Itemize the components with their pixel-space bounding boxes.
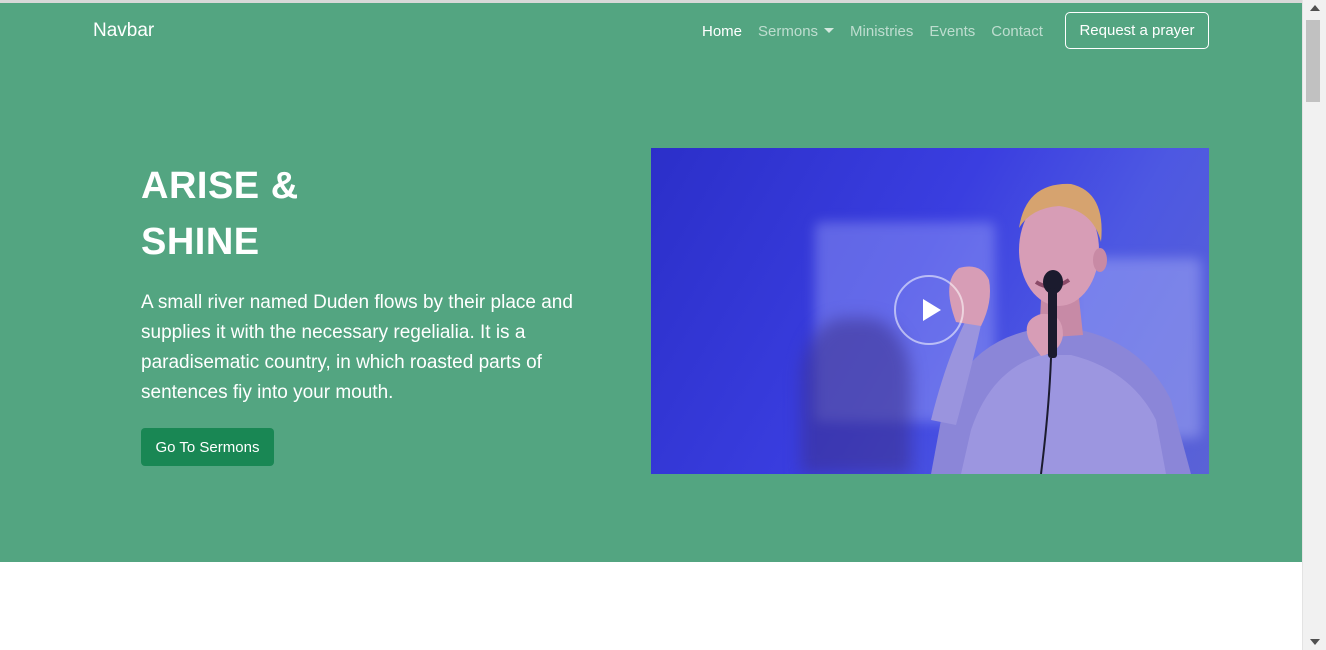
nav-link-sermons-label: Sermons: [758, 23, 819, 40]
background-figures: [801, 318, 911, 474]
scrollbar-thumb[interactable]: [1306, 20, 1320, 102]
nav-link-contact[interactable]: Contact: [991, 23, 1043, 40]
play-button[interactable]: [894, 275, 964, 345]
chevron-down-icon: [824, 28, 835, 33]
request-prayer-button[interactable]: Request a prayer: [1065, 12, 1209, 49]
nav-links: Home Sermons Ministries Events Contact: [702, 23, 1059, 40]
nav-link-ministries[interactable]: Ministries: [850, 23, 913, 40]
hero-title: ARISE & SHINE: [141, 158, 441, 270]
vertical-scrollbar[interactable]: [1302, 0, 1326, 650]
hero-video-thumbnail[interactable]: [651, 148, 1209, 474]
page-viewport: Navbar Home Sermons Ministries Events Co…: [0, 0, 1302, 650]
navbar: Navbar Home Sermons Ministries Events Co…: [0, 3, 1302, 59]
hero-description: A small river named Duden flows by their…: [141, 292, 573, 403]
nav-link-sermons[interactable]: Sermons: [758, 23, 835, 40]
hero-section: Navbar Home Sermons Ministries Events Co…: [0, 3, 1302, 562]
scroll-down-arrow-icon[interactable]: [1310, 639, 1320, 645]
hero-title-line2: SHINE: [141, 221, 260, 263]
nav-link-events[interactable]: Events: [929, 23, 975, 40]
nav-link-home[interactable]: Home: [702, 23, 742, 40]
go-to-sermons-button[interactable]: Go To Sermons: [141, 428, 274, 466]
hero-title-line1: ARISE &: [141, 165, 299, 207]
scroll-up-arrow-icon[interactable]: [1310, 5, 1320, 11]
play-icon: [923, 299, 941, 321]
navbar-brand[interactable]: Navbar: [93, 20, 154, 42]
